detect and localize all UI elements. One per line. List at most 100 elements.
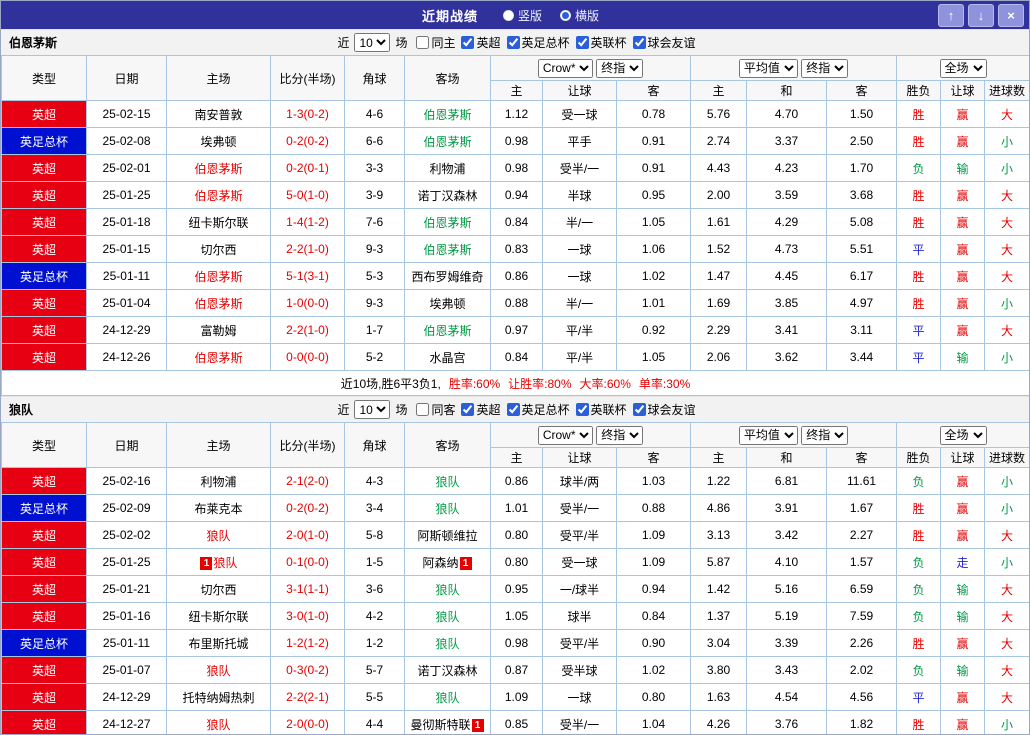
radio-icon[interactable]: [502, 9, 514, 21]
result-outcome-value: 负: [896, 602, 942, 630]
handicap-value: 一/球半: [542, 575, 617, 603]
home-team-cell: 伯恩茅斯: [166, 343, 271, 371]
home-team-name: 切尔西: [200, 242, 237, 257]
home-team-name: 伯恩茅斯: [194, 161, 243, 176]
handicap-value: 平/半: [542, 343, 617, 371]
same-venue-checkbox[interactable]: 同客: [412, 401, 455, 418]
away-team-cell: 伯恩茅斯: [404, 235, 491, 263]
match-row: 英超 25-01-04 伯恩茅斯 1-0(0-0) 9-3 埃弗顿 0.88 半/一 1.01 1…: [1, 289, 1029, 317]
result-goals-value: 小: [984, 154, 1029, 182]
league-badge: 英超: [1, 602, 87, 630]
col-date-header: 日期: [86, 422, 167, 468]
match-row: 英超 24-12-27 狼队 2-0(0-0) 4-4 曼彻斯特联 1 0.85 受半/一 1.0…: [1, 710, 1029, 734]
league-checkbox-epl[interactable]: 英超: [457, 34, 501, 51]
league-checkbox-facup-input[interactable]: [506, 36, 520, 49]
average-source-select[interactable]: 平均值: [738, 58, 798, 78]
handicap-value: 受一球: [542, 100, 617, 128]
result-handicap-value: 赢: [940, 683, 986, 711]
rounds-select[interactable]: 10: [354, 33, 391, 52]
league-checkbox-epl-input[interactable]: [461, 36, 475, 49]
away-team-cell: 阿斯顿维拉: [404, 521, 491, 549]
odds-away-value: 0.91: [615, 127, 692, 155]
match-date: 25-01-04: [86, 289, 167, 317]
average-stage-select[interactable]: 终指: [801, 425, 849, 445]
result-handicap-value: 赢: [940, 181, 986, 209]
odds-company-select[interactable]: Crow*: [537, 58, 593, 78]
odds-home-value: 0.86: [490, 262, 543, 290]
average-source-select[interactable]: 平均值: [738, 425, 798, 445]
match-row: 英超 25-01-21 切尔西 3-1(1-1) 3-6 狼队 0.95 一/球半 0.94 1.…: [1, 575, 1029, 603]
away-team-cell: 伯恩茅斯: [404, 316, 491, 344]
odds-home-value: 0.97: [490, 316, 543, 344]
away-team-cell: 伯恩茅斯: [404, 208, 491, 236]
layout-radio-horizontal[interactable]: 横版: [560, 7, 599, 24]
league-checkbox-facup[interactable]: 英足总杯: [503, 34, 570, 51]
layout-radio-vertical[interactable]: 竖版: [502, 7, 542, 24]
odds-home-value: 1.09: [490, 683, 543, 711]
same-venue-checkbox-input[interactable]: [416, 36, 430, 49]
handicap-value: 平/半: [542, 316, 617, 344]
home-team-name: 伯恩茅斯: [194, 188, 243, 203]
score: 2-2(1-0): [270, 316, 345, 344]
league-checkbox-eflcup[interactable]: 英联杯: [572, 34, 627, 51]
avg-away-value: 1.50: [826, 100, 898, 128]
handicap-value: 受半/一: [542, 154, 617, 182]
score: 3-1(1-1): [270, 575, 345, 603]
odds-company-select[interactable]: Crow*: [537, 425, 593, 445]
section-header: 狼队 近 10 场 同客 英超 英足总杯 英联杯 球会友谊: [1, 396, 1029, 422]
league-checkbox-eflcup-input[interactable]: [575, 403, 589, 416]
result-handicap-value: 赢: [940, 208, 986, 236]
result-handicap-value: 赢: [940, 127, 986, 155]
away-team-cell: 伯恩茅斯: [404, 127, 491, 155]
same-venue-checkbox[interactable]: 同主: [412, 34, 455, 51]
away-team-name: 利物浦: [429, 161, 466, 176]
result-outcome-value: 胜: [896, 127, 942, 155]
avg-draw-value: 4.45: [746, 262, 828, 290]
league-checkbox-eflcup[interactable]: 英联杯: [572, 401, 627, 418]
league-checkbox-friendly-input[interactable]: [632, 36, 646, 49]
result-goals-header: 进球数: [984, 80, 1029, 101]
col-corner-header: 角球: [344, 422, 405, 468]
move-down-button[interactable]: ↓: [968, 4, 994, 27]
home-team-name: 狼队: [206, 663, 231, 678]
match-row: 英足总杯 25-02-08 埃弗顿 0-2(0-2) 6-6 伯恩茅斯 0.98 平手 0.91…: [1, 127, 1029, 155]
league-checkbox-epl-input[interactable]: [461, 403, 475, 416]
league-checkbox-facup[interactable]: 英足总杯: [503, 401, 570, 418]
odds-away-header: 客: [615, 447, 692, 468]
result-goals-value: 大: [984, 683, 1029, 711]
away-team-cell: 狼队: [404, 602, 491, 630]
result-goals-value: 小: [984, 289, 1029, 317]
avg-home-value: 1.52: [690, 235, 748, 263]
league-checkbox-friendly-input[interactable]: [632, 403, 646, 416]
same-venue-checkbox-input[interactable]: [416, 403, 430, 416]
move-up-button[interactable]: ↑: [938, 4, 964, 27]
result-goals-value: 大: [984, 656, 1029, 684]
odds-stage-select[interactable]: 终指: [596, 58, 644, 78]
avg-home-value: 4.26: [690, 710, 748, 734]
match-row: 英超 25-02-02 狼队 2-0(1-0) 5-8 阿斯顿维拉 0.80 受平/半 1.09…: [1, 521, 1029, 549]
scope-select[interactable]: 全场: [939, 425, 987, 445]
avg-home-value: 2.06: [690, 343, 748, 371]
result-outcome-value: 负: [896, 656, 942, 684]
league-checkbox-eflcup-input[interactable]: [575, 36, 589, 49]
match-row: 英超 24-12-26 伯恩茅斯 0-0(0-0) 5-2 水晶宫 0.84 平/半 1.05 2…: [1, 343, 1029, 371]
league-checkbox-friendly[interactable]: 球会友谊: [629, 34, 696, 51]
corners: 5-8: [344, 521, 405, 549]
league-checkbox-facup-input[interactable]: [506, 403, 520, 416]
scope-select[interactable]: 全场: [939, 58, 987, 78]
avg-away-value: 3.11: [826, 316, 898, 344]
scope-select-group: 全场: [896, 55, 1029, 81]
rounds-select[interactable]: 10: [354, 400, 391, 419]
away-team-name: 狼队: [435, 501, 460, 516]
odds-stage-select[interactable]: 终指: [596, 425, 644, 445]
col-corner-header: 角球: [344, 55, 405, 101]
league-checkbox-epl[interactable]: 英超: [457, 401, 501, 418]
odds-away-value: 1.06: [615, 235, 692, 263]
close-button[interactable]: ×: [998, 4, 1024, 27]
summary-segment: 胜率:60%: [448, 376, 501, 391]
average-stage-select[interactable]: 终指: [801, 58, 849, 78]
avg-away-value: 6.17: [826, 262, 898, 290]
league-checkbox-friendly[interactable]: 球会友谊: [629, 401, 696, 418]
home-team-cell: 伯恩茅斯: [166, 154, 271, 182]
radio-icon[interactable]: [560, 9, 571, 21]
